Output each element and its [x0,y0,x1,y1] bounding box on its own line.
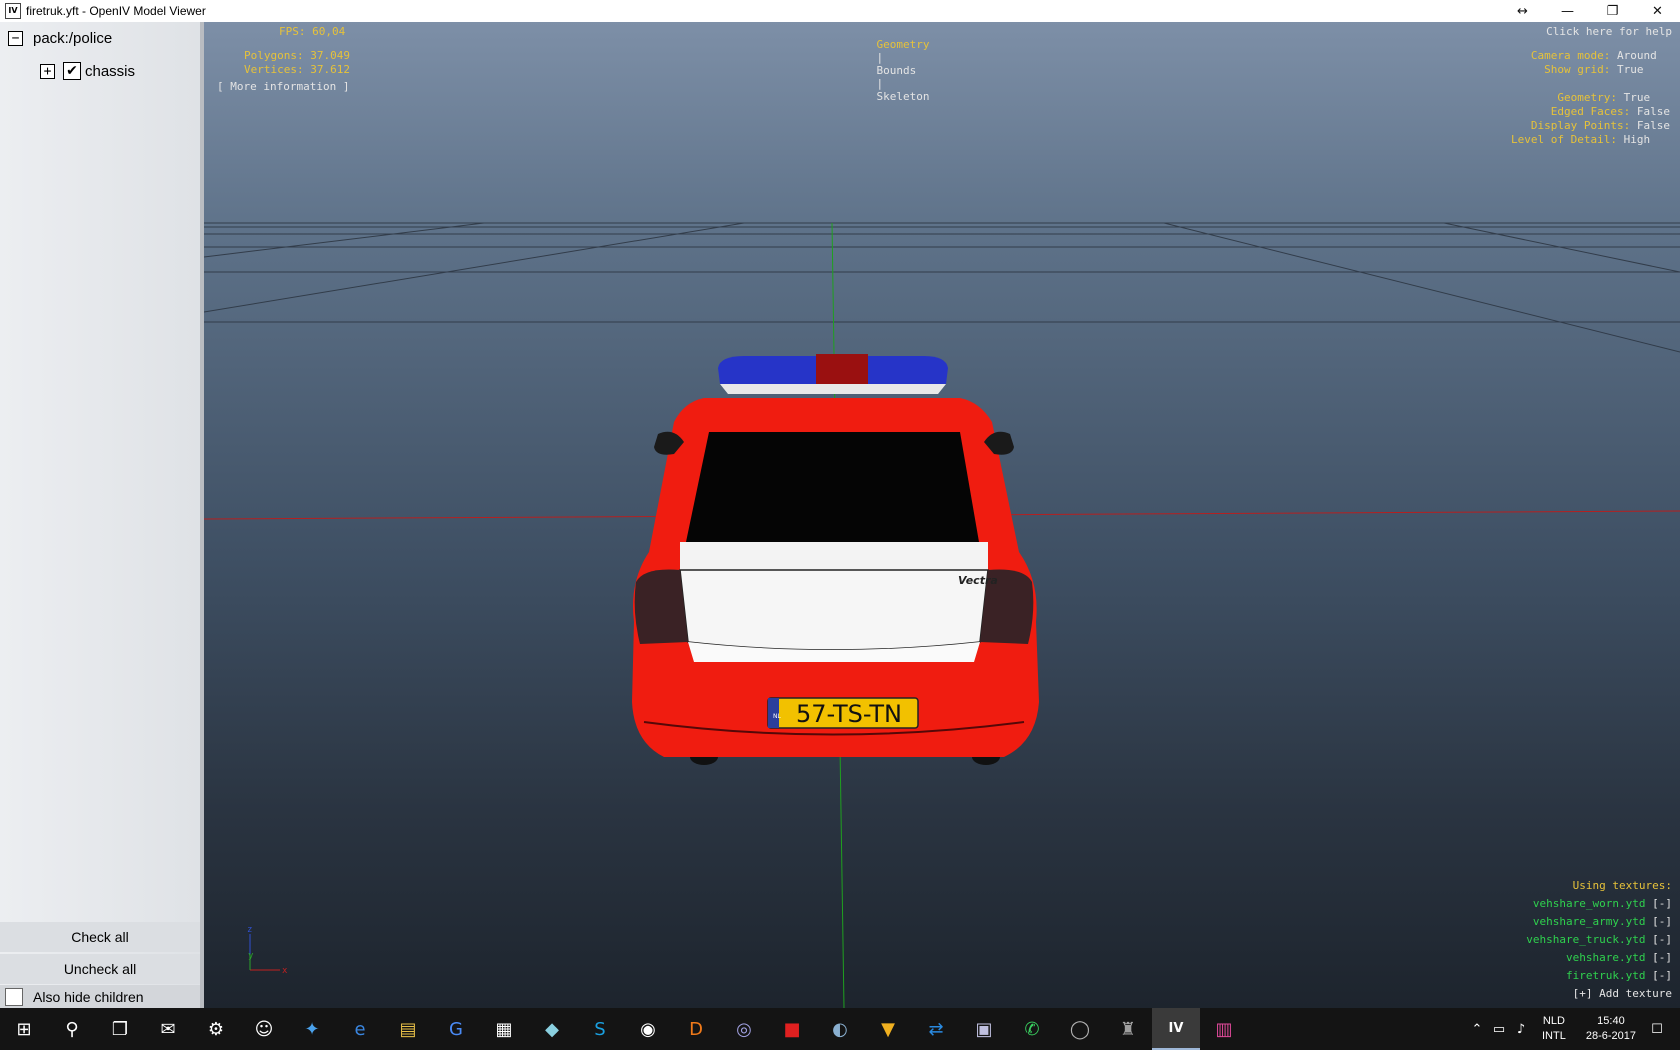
obs-icon[interactable]: ◉ [624,1008,672,1050]
edged-faces-setting[interactable]: Edged Faces: False [1551,105,1670,118]
skype-icon[interactable]: S [576,1008,624,1050]
show-hidden-icons-icon[interactable]: ⌃ [1466,1022,1488,1037]
also-hide-children-toggle[interactable]: Also hide children [0,985,200,1009]
volume-icon[interactable]: ♪ [1510,1022,1532,1037]
texture-item[interactable]: vehshare_worn.ytd [-] [1533,897,1672,910]
image-app-icon[interactable]: ▣ [960,1008,1008,1050]
clock-time: 15:40 [1597,1015,1625,1027]
vertices-readout: Vertices: 37.612 [244,63,350,76]
texture-item[interactable]: vehshare_truck.ytd [-] [1526,933,1672,946]
close-button[interactable]: ✕ [1635,0,1680,22]
uncheck-all-button[interactable]: Uncheck all [0,954,200,984]
texture-item[interactable]: vehshare_army.ytd [-] [1533,915,1672,928]
resize-icon[interactable]: ↔ [1500,0,1545,22]
3d-viewport[interactable]: NL 57-TS-TN Vectra z y x FPS: 60,04 Poly… [204,22,1680,1008]
axis-x-label: x [282,966,288,976]
mail-icon[interactable]: ✉ [144,1008,192,1050]
tab-separator: | [876,51,884,64]
car-model: NL 57-TS-TN Vectra [632,354,1039,765]
tree-node-root[interactable]: − pack:/police [8,30,112,47]
minimize-button[interactable]: — [1545,0,1590,22]
clock[interactable]: 15:40 28-6-2017 [1586,1014,1636,1044]
d-app-icon[interactable]: D [672,1008,720,1050]
help-link[interactable]: Click here for help [1546,25,1672,38]
system-tray: ⌃ ▭ ♪ NLD INTL 15:40 28-6-2017 ☐ [1466,1008,1680,1050]
ground-grid [204,222,1680,353]
display-points-setting[interactable]: Display Points: False [1531,119,1670,132]
add-texture-button[interactable]: [+] Add texture [1573,987,1672,1000]
whatsapp-icon[interactable]: ✆ [1008,1008,1056,1050]
polygons-readout: Polygons: 37.049 [244,49,350,62]
more-information-link[interactable]: [ More information ] [217,80,349,93]
edge-icon[interactable]: e [336,1008,384,1050]
start-icon[interactable]: ⊞ [0,1008,48,1050]
task-view-icon[interactable]: ❐ [96,1008,144,1050]
openiv-taskbar-icon[interactable]: IV [1152,1008,1200,1050]
input-language[interactable]: NLD INTL [1542,1014,1566,1044]
tree-node-root-label[interactable]: pack:/police [33,30,112,47]
tab-bounds[interactable]: Bounds [877,64,917,77]
game-app-icon[interactable]: ♜ [1104,1008,1152,1050]
level-of-detail-setting[interactable]: Level of Detail: High [1511,133,1670,146]
axis-z-label: z [247,925,252,935]
restore-button[interactable]: ❐ [1590,0,1635,22]
scene-render: NL 57-TS-TN Vectra z y x [204,222,1680,1008]
car-badge: Vectra [958,574,998,587]
remove-texture-button[interactable]: [-] [1652,897,1672,910]
license-plate: 57-TS-TN [796,700,902,728]
model-tree-panel: − pack:/police + ✔ chassis Check all Unc… [0,22,204,1009]
title-bar: IV firetruk.yft - OpenIV Model Viewer ↔ … [0,0,1680,22]
google-icon[interactable]: G [432,1008,480,1050]
remove-texture-button[interactable]: [-] [1652,933,1672,946]
plate-country: NL [773,713,781,720]
window-title: firetruk.yft - OpenIV Model Viewer [26,4,206,18]
roblox-icon[interactable]: ■ [768,1008,816,1050]
notifications-icon[interactable]: ☐ [1646,1022,1668,1037]
axis-gizmo: z y x [247,925,288,976]
search-icon[interactable]: ⚲ [48,1008,96,1050]
tab-separator: | [876,77,884,90]
geometry-setting[interactable]: Geometry: True [1557,91,1670,104]
file-explorer-icon[interactable]: ▤ [384,1008,432,1050]
teamviewer-icon[interactable]: ⇄ [912,1008,960,1050]
collapse-icon[interactable]: − [8,31,23,46]
clock-date: 28-6-2017 [1585,1030,1636,1042]
expand-icon[interactable]: + [40,63,55,79]
discord-icon[interactable]: ☺ [240,1008,288,1050]
network-icon[interactable]: ▭ [1488,1022,1510,1037]
remove-texture-button[interactable]: [-] [1652,969,1672,982]
texture-item[interactable]: vehshare.ytd [-] [1566,951,1672,964]
using-textures-label: Using textures: [1572,879,1672,892]
keyboard-layout: INTL [1542,1030,1566,1042]
view-mode-tabs: Geometry | Bounds | Skeleton [850,25,930,116]
remove-texture-button[interactable]: [-] [1652,915,1672,928]
spiral-app-icon[interactable]: ◎ [720,1008,768,1050]
camera-mode-setting[interactable]: Camera mode: Around [1531,49,1670,62]
also-hide-children-label: Also hide children [33,989,144,1005]
texture-item[interactable]: firetruk.ytd [-] [1566,969,1672,982]
twitter-icon[interactable]: ✦ [288,1008,336,1050]
store-icon[interactable]: ▦ [480,1008,528,1050]
tab-skeleton[interactable]: Skeleton [877,90,930,103]
notes-icon[interactable]: ◆ [528,1008,576,1050]
tree-node-chassis-label[interactable]: chassis [85,63,135,80]
language-code: NLD [1542,1015,1565,1027]
chassis-checkbox[interactable]: ✔ [63,62,81,80]
remove-texture-button[interactable]: [-] [1652,951,1672,964]
show-grid-setting[interactable]: Show grid: True [1544,63,1670,76]
bird-app-icon[interactable]: ◐ [816,1008,864,1050]
windows-taskbar: ⊞ ⚲ ❐ ✉ ⚙ ☺ ✦ e ▤ G ▦ ◆ S ◉ D ◎ ■ ◐ ▼ ⇄ … [0,1008,1680,1050]
tree-node-chassis[interactable]: + ✔ chassis [40,62,135,80]
tab-geometry[interactable]: Geometry [877,38,930,51]
axis-y-label: y [248,951,254,961]
disc-app-icon[interactable]: ◯ [1056,1008,1104,1050]
archive-app-icon[interactable]: ▥ [1200,1008,1248,1050]
check-all-button[interactable]: Check all [0,922,200,952]
steam-icon[interactable]: ⚙ [192,1008,240,1050]
fps-readout: FPS: 60,04 [279,25,346,38]
also-hide-children-checkbox[interactable] [5,988,23,1006]
openiv-app-icon: IV [5,3,21,19]
v-app-icon[interactable]: ▼ [864,1008,912,1050]
